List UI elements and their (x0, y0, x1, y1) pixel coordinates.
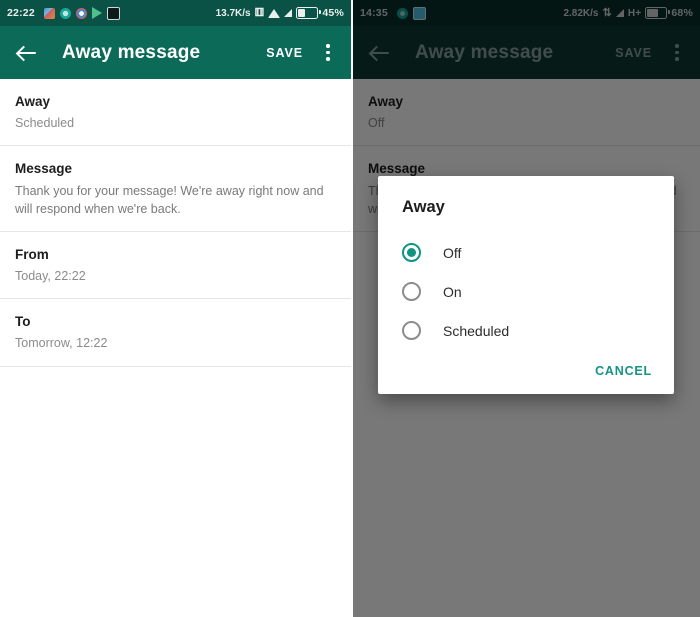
card-icon (106, 6, 120, 20)
away-dialog: Away Off On Scheduled CANCEL (378, 176, 674, 394)
list-item-subtitle: Tomorrow, 12:22 (15, 336, 108, 351)
overflow-menu-icon[interactable] (319, 42, 337, 64)
list-item-subtitle: Scheduled (15, 116, 75, 131)
status-bar-left: 22:22 (7, 6, 120, 20)
radio-button-icon[interactable] (402, 282, 421, 301)
play-store-icon (91, 7, 102, 19)
radio-option-label: Scheduled (443, 322, 510, 339)
left-phone-screen: 22:22 13.7K/s ⚅ 45% Away message SAVE Aw… (0, 0, 351, 617)
radio-option-scheduled[interactable]: Scheduled (378, 311, 674, 350)
battery-icon (296, 7, 321, 19)
chrome-icon (75, 7, 87, 19)
list-item-message[interactable]: Message Thank you for your message! We'r… (0, 146, 351, 232)
screenshot-root: 22:22 13.7K/s ⚅ 45% Away message SAVE Aw… (0, 0, 700, 617)
status-bar-right: 13.7K/s ⚅ 45% (216, 7, 344, 19)
list-item-subtitle: Today, 22:22 (15, 269, 86, 284)
dialog-title: Away (402, 198, 445, 216)
battery-percent-label: 45% (322, 7, 344, 19)
status-bar: 22:22 13.7K/s ⚅ 45% (0, 0, 351, 26)
list-item-away[interactable]: Away Scheduled (0, 79, 351, 147)
dialog-actions: CANCEL (378, 350, 674, 386)
list-item-title: Away (15, 94, 51, 109)
list-item-title: Message (15, 161, 73, 177)
radio-button-icon[interactable] (402, 321, 421, 340)
cellular-signal-icon (284, 9, 293, 17)
status-bar-clock: 22:22 (7, 7, 35, 19)
list-item-subtitle: Thank you for your message! We're away r… (15, 183, 324, 216)
radio-button-selected-icon[interactable] (402, 243, 421, 262)
save-button[interactable]: SAVE (266, 46, 303, 60)
page-title: Away message (62, 41, 201, 63)
cancel-button[interactable]: CANCEL (595, 364, 652, 378)
list-item-title: To (15, 314, 31, 330)
sync-disabled-icon: ⚅ (254, 6, 265, 19)
app-bar: Away message SAVE (0, 26, 351, 79)
radio-option-label: Off (443, 244, 462, 261)
app-bar-actions: SAVE (266, 42, 337, 64)
list-item-from[interactable]: From Today, 22:22 (0, 232, 351, 300)
list-item-title: From (15, 246, 49, 262)
right-phone-screen: 14:35 2.82K/s ⇅ H+ 68% Away message SAVE (351, 0, 700, 617)
back-arrow-icon[interactable] (14, 40, 40, 66)
wifi-icon (268, 8, 281, 18)
browser-icon (59, 7, 71, 19)
settings-list: Away Scheduled Message Thank you for you… (0, 79, 351, 367)
radio-option-off[interactable]: Off (378, 233, 674, 272)
radio-option-on[interactable]: On (378, 272, 674, 311)
radio-option-label: On (443, 283, 462, 300)
network-speed-label: 13.7K/s (215, 7, 251, 19)
list-item-to[interactable]: To Tomorrow, 12:22 (0, 299, 351, 367)
gallery-icon (43, 7, 55, 19)
